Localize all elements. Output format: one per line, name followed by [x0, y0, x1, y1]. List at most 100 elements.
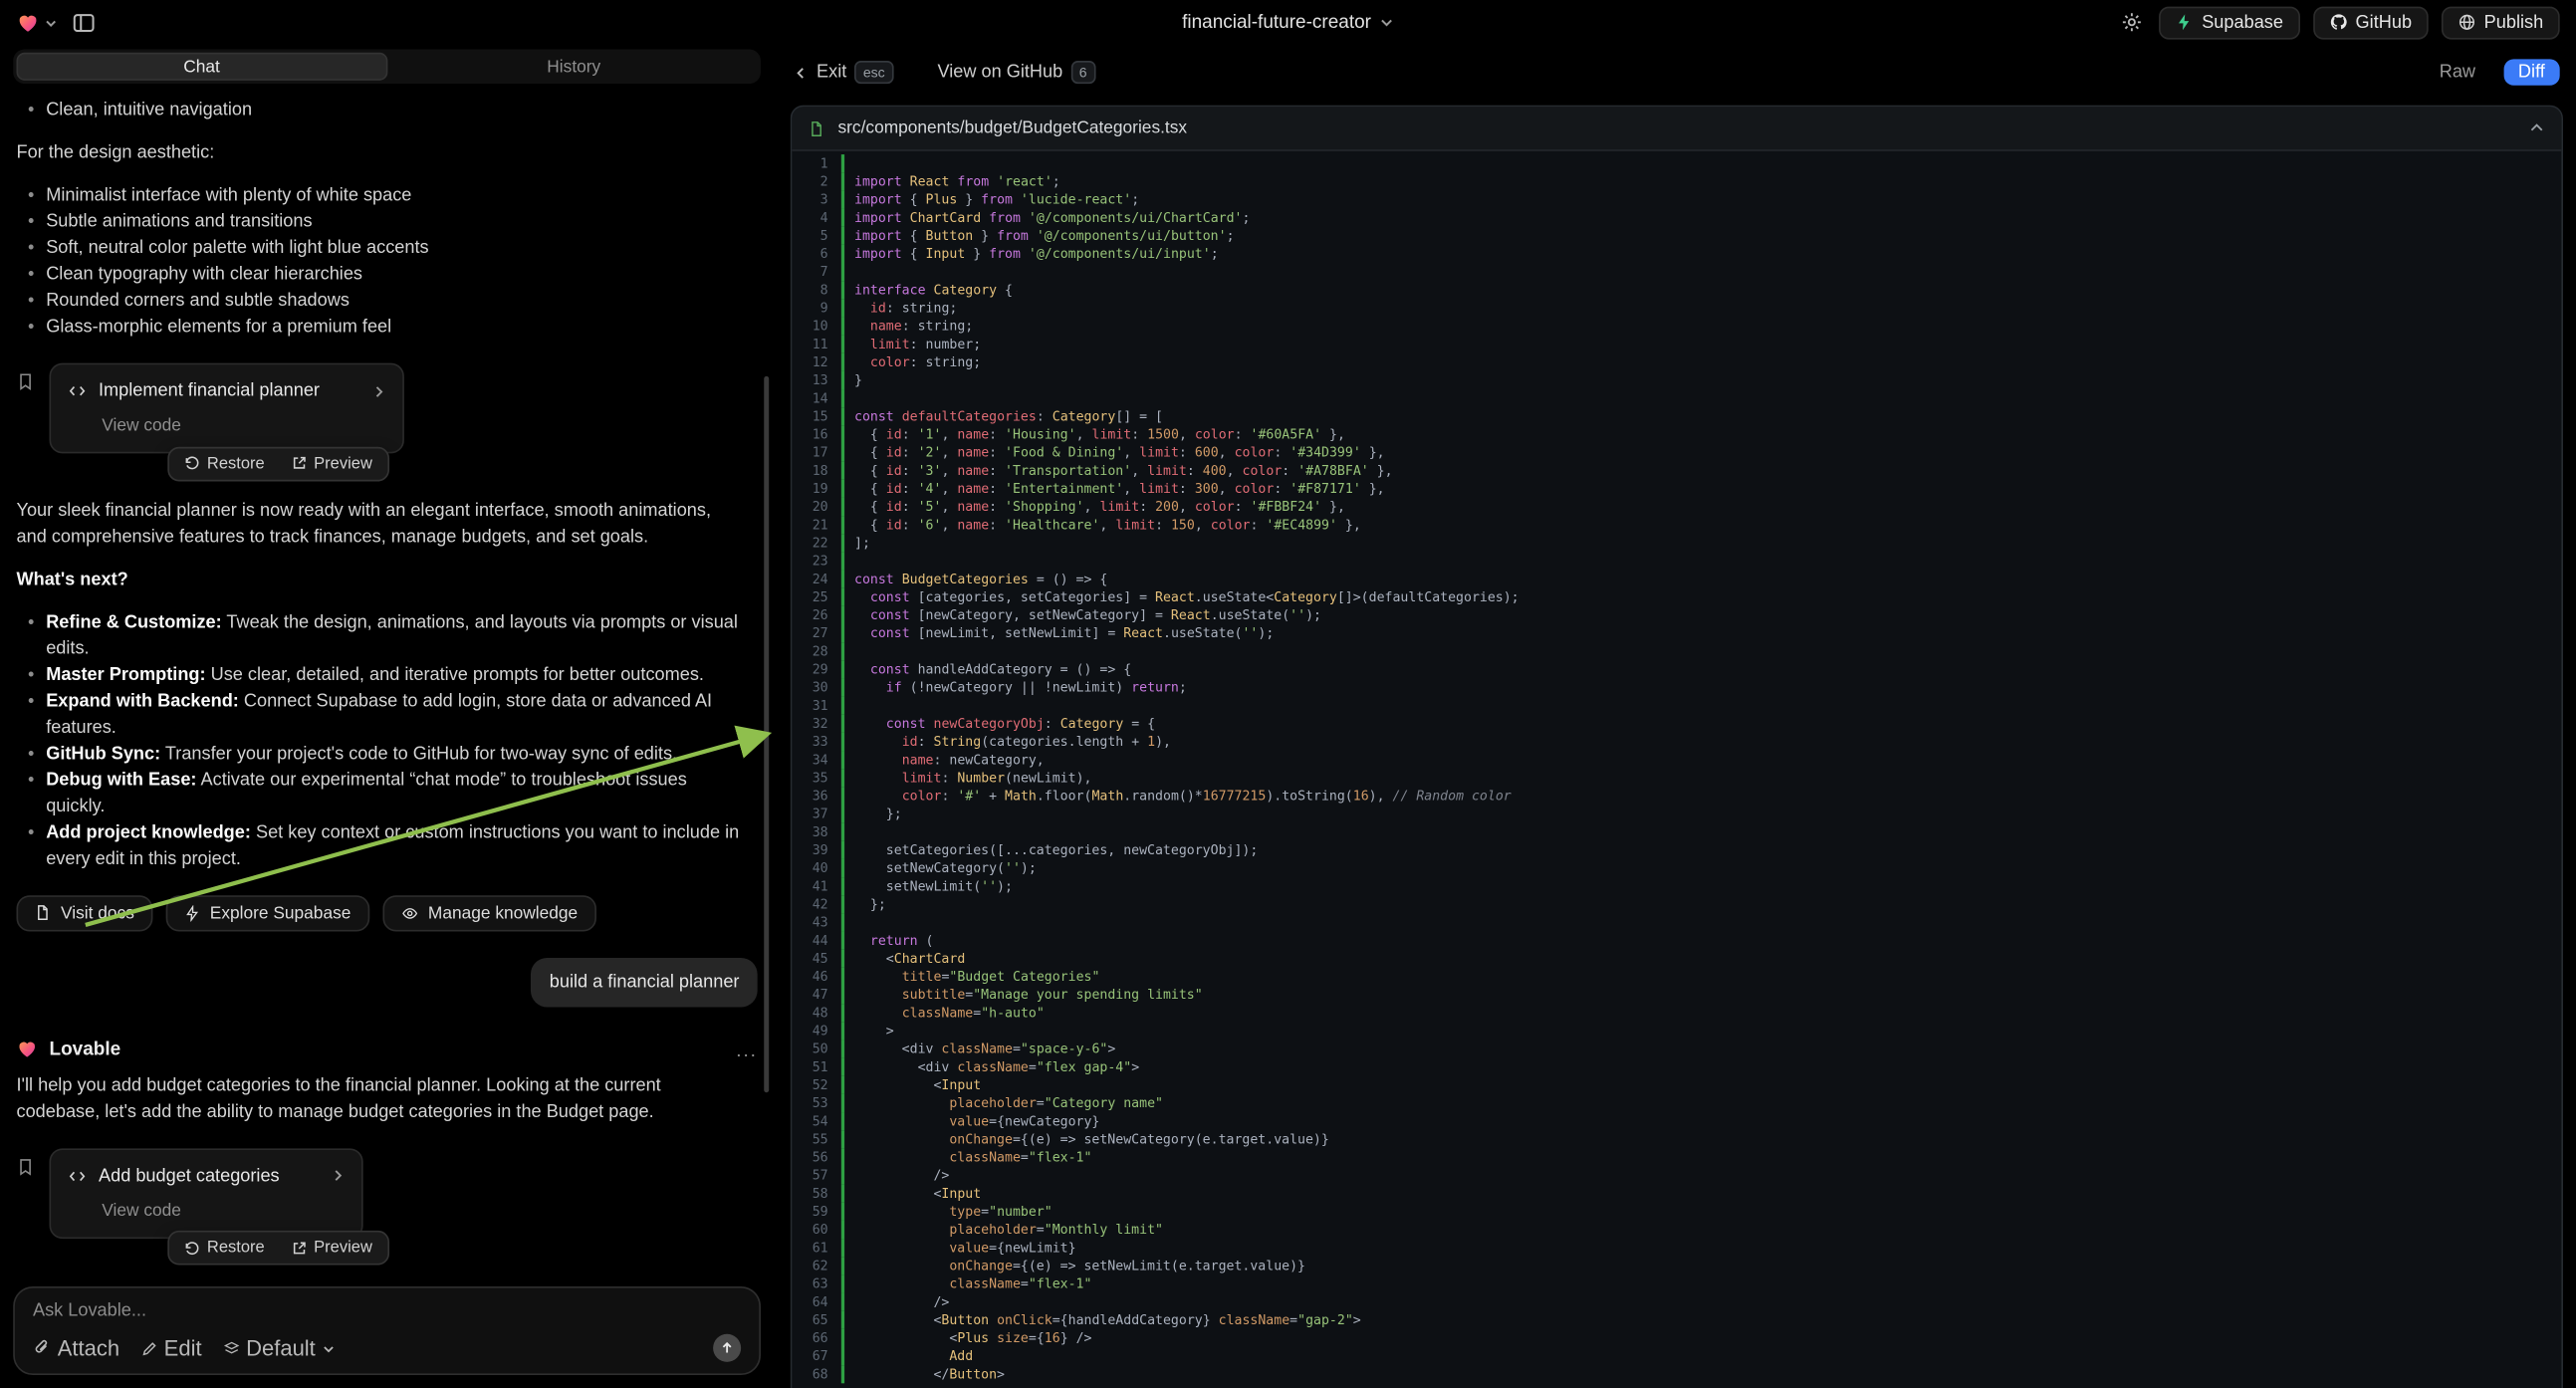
message-menu-button[interactable]: ...: [736, 1042, 757, 1055]
code-line: 2import React from 'react';: [792, 172, 2561, 190]
line-content: subtitle="Manage your spending limits": [841, 986, 2562, 1004]
code-line: 60 placeholder="Monthly limit": [792, 1221, 2561, 1239]
code-line: 22];: [792, 534, 2561, 552]
code-line: 13}: [792, 371, 2561, 389]
line-content: }: [841, 371, 2562, 389]
preview-button[interactable]: Preview: [280, 451, 384, 476]
toggle-sidebar-button[interactable]: [69, 7, 99, 37]
restore-button[interactable]: Restore: [172, 1236, 276, 1261]
line-content: const [categories, setCategories] = Reac…: [841, 588, 2562, 606]
line-number: 7: [792, 263, 841, 281]
code-line: 29 const handleAddCategory = () => {: [792, 660, 2561, 678]
project-name-menu[interactable]: financial-future-creator: [1182, 12, 1394, 32]
code-line: 55 onChange={(e) => setNewCategory(e.tar…: [792, 1130, 2561, 1148]
line-content: setNewLimit('');: [841, 877, 2562, 895]
line-number: 16: [792, 425, 841, 443]
exit-label: Exit: [817, 63, 846, 83]
chevron-up-icon[interactable]: [2528, 119, 2545, 136]
line-content: setNewCategory('');: [841, 859, 2562, 877]
tab-history[interactable]: History: [390, 53, 758, 81]
mode-selector[interactable]: Default: [223, 1335, 336, 1360]
line-number: 50: [792, 1040, 841, 1057]
line-number: 52: [792, 1076, 841, 1094]
line-content: [841, 642, 2562, 660]
globe-icon: [2458, 13, 2475, 31]
code-line: 63 className="flex-1": [792, 1274, 2561, 1292]
line-content: id: string;: [841, 299, 2562, 317]
line-number: 59: [792, 1203, 841, 1221]
card-hover-actions: Restore Preview: [167, 1231, 388, 1266]
bookmark-icon[interactable]: [17, 371, 35, 392]
bullet-text: Soft, neutral color palette with light b…: [46, 238, 428, 258]
code-line: 45 <ChartCard: [792, 950, 2561, 968]
code-line: 19 { id: '4', name: 'Entertainment', lim…: [792, 480, 2561, 498]
chat-input[interactable]: [33, 1301, 741, 1321]
code-line: 3import { Plus } from 'lucide-react';: [792, 190, 2561, 208]
edit-button[interactable]: Edit: [141, 1335, 202, 1360]
tab-history-label: History: [547, 57, 600, 77]
view-code-link[interactable]: View code: [102, 1197, 345, 1223]
visit-docs-label: Visit docs: [61, 903, 134, 923]
line-number: 22: [792, 534, 841, 552]
github-button[interactable]: GitHub: [2313, 6, 2429, 39]
github-icon: [2329, 13, 2347, 31]
explore-supabase-button[interactable]: Explore Supabase: [165, 894, 368, 930]
raw-toggle[interactable]: Raw: [2427, 59, 2489, 85]
line-content: ];: [841, 534, 2562, 552]
attach-button[interactable]: Attach: [33, 1335, 119, 1360]
code-panel-header: Exit esc View on GitHub 6 Raw Diff: [791, 53, 2563, 93]
line-content: [841, 823, 2562, 841]
line-content: className="flex-1": [841, 1148, 2562, 1166]
line-number: 44: [792, 932, 841, 950]
bookmark-icon[interactable]: [17, 1156, 35, 1177]
code-viewer[interactable]: 12import React from 'react';3import { Pl…: [792, 151, 2561, 1388]
line-number: 23: [792, 552, 841, 570]
line-number: 38: [792, 823, 841, 841]
preview-button[interactable]: Preview: [280, 1236, 384, 1261]
line-content: onChange={(e) => setNewLimit(e.target.va…: [841, 1257, 2562, 1274]
line-content: { id: '4', name: 'Entertainment', limit:…: [841, 480, 2562, 498]
view-on-github-button[interactable]: View on GitHub 6: [937, 61, 1094, 84]
code-change-card[interactable]: Implement financial planner View code: [50, 363, 404, 454]
project-name: financial-future-creator: [1182, 12, 1371, 32]
code-line: 20 { id: '5', name: 'Shopping', limit: 2…: [792, 498, 2561, 516]
line-content: onChange={(e) => setNewCategory(e.target…: [841, 1130, 2562, 1148]
line-content: [841, 697, 2562, 715]
restore-button[interactable]: Restore: [172, 451, 276, 476]
line-content: className="flex-1": [841, 1274, 2562, 1292]
chat-messages[interactable]: Clean, intuitive navigation For the desi…: [0, 87, 774, 1276]
attach-label: Attach: [58, 1335, 119, 1360]
code-line: 6import { Input } from '@/components/ui/…: [792, 245, 2561, 263]
line-content: <ChartCard: [841, 950, 2562, 968]
manage-knowledge-button[interactable]: Manage knowledge: [382, 894, 596, 930]
code-line: 46 title="Budget Categories": [792, 968, 2561, 986]
view-code-link[interactable]: View code: [102, 412, 385, 438]
diff-toggle[interactable]: Diff: [2503, 59, 2560, 85]
settings-button[interactable]: [2118, 8, 2146, 36]
chat-scrollbar-thumb[interactable]: [764, 376, 769, 1092]
tab-chat[interactable]: Chat: [17, 53, 387, 81]
code-line: 44 return (: [792, 932, 2561, 950]
publish-button[interactable]: Publish: [2442, 6, 2560, 39]
restore-icon: [184, 1240, 201, 1257]
line-content: <Button onClick={handleAddCategory} clas…: [841, 1311, 2562, 1329]
restore-label: Restore: [207, 454, 265, 472]
line-number: 49: [792, 1022, 841, 1040]
code-line: 27 const [newLimit, setNewLimit] = React…: [792, 624, 2561, 642]
supabase-button[interactable]: Supabase: [2159, 6, 2299, 39]
supabase-icon: [2176, 13, 2194, 31]
line-content: <Input: [841, 1185, 2562, 1203]
lovable-logo-menu[interactable]: [17, 11, 58, 34]
line-content: placeholder="Monthly limit": [841, 1221, 2562, 1239]
publish-label: Publish: [2484, 12, 2544, 32]
code-change-card[interactable]: Add budget categories View code: [50, 1148, 363, 1239]
file-header[interactable]: src/components/budget/BudgetCategories.t…: [792, 107, 2561, 151]
exit-button[interactable]: Exit esc: [794, 61, 893, 84]
line-number: 56: [792, 1148, 841, 1166]
line-number: 37: [792, 806, 841, 823]
visit-docs-button[interactable]: Visit docs: [17, 894, 153, 930]
line-content: <div className="space-y-6">: [841, 1040, 2562, 1057]
send-button[interactable]: [713, 1334, 741, 1362]
bullet-bold: GitHub Sync:: [46, 744, 160, 764]
code-line: 51 <div className="flex gap-4">: [792, 1058, 2561, 1076]
